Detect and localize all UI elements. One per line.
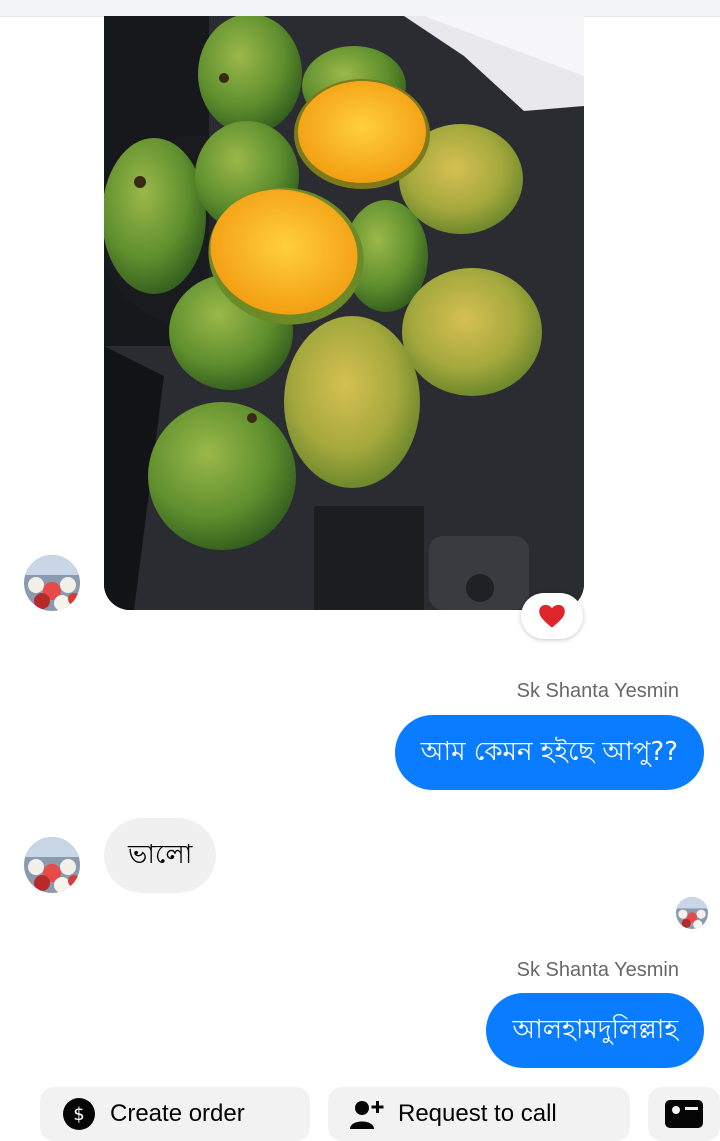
message-text: আলহামদুলিল্লাহ: [512, 1014, 678, 1045]
request-to-call-label: Request to call: [398, 1100, 557, 1127]
create-order-icon: $: [62, 1097, 96, 1131]
create-order-button[interactable]: $ Create order: [40, 1087, 310, 1141]
photo-message-mangoes[interactable]: [104, 16, 584, 610]
message-text: আম কেমন হইছে আপু??: [420, 736, 678, 767]
contact-card-button[interactable]: [648, 1087, 720, 1141]
mango-photo: [104, 16, 584, 610]
outgoing-message[interactable]: আলহামদুলিল্লাহ: [486, 993, 704, 1068]
heart-icon: [539, 604, 565, 628]
add-person-icon: [350, 1099, 384, 1129]
contact-avatar[interactable]: [24, 837, 80, 893]
sender-name: Sk Shanta Yesmin: [516, 959, 679, 981]
heart-reaction[interactable]: [521, 593, 583, 639]
contact-card-icon: [664, 1099, 704, 1129]
outgoing-message[interactable]: আম কেমন হইছে আপু??: [394, 715, 704, 790]
seen-receipt-avatar: [676, 897, 708, 929]
sender-name: Sk Shanta Yesmin: [516, 680, 679, 702]
incoming-message[interactable]: ভালো: [104, 818, 217, 893]
request-to-call-button[interactable]: Request to call: [328, 1087, 630, 1141]
top-bar: [0, 0, 720, 17]
contact-avatar[interactable]: [24, 555, 80, 611]
message-text: ভালো: [128, 839, 193, 870]
create-order-label: Create order: [110, 1100, 245, 1127]
